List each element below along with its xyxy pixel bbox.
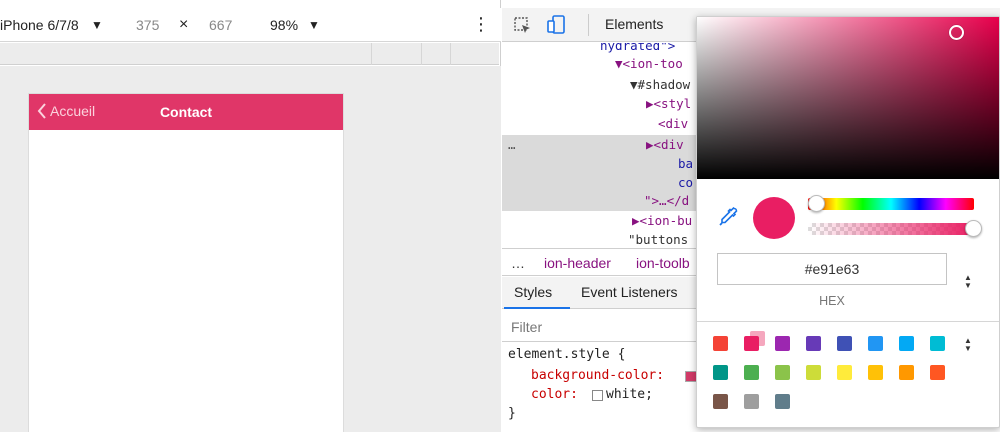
media-query-bar[interactable] bbox=[0, 43, 499, 65]
palette-swatch[interactable] bbox=[775, 394, 790, 409]
palette-swatch[interactable] bbox=[713, 365, 728, 380]
palette-swatch[interactable] bbox=[775, 336, 790, 351]
palette-swatch[interactable] bbox=[899, 365, 914, 380]
filter-input[interactable]: Filter bbox=[511, 319, 542, 335]
tab-elements[interactable]: Elements bbox=[605, 16, 663, 32]
hue-slider[interactable] bbox=[808, 198, 974, 210]
device-viewport: Accueil Contact bbox=[0, 66, 501, 432]
color-swatch-button[interactable] bbox=[592, 390, 603, 401]
height-input[interactable]: 667 bbox=[209, 17, 232, 33]
palette-switch-icon[interactable]: ▲ ▼ bbox=[963, 337, 973, 353]
dom-node-line[interactable]: ">…</d bbox=[644, 193, 689, 208]
palette-swatch[interactable] bbox=[868, 365, 883, 380]
color-picker: #e91e63 HEX ▲ ▼ ▲ ▼ bbox=[696, 16, 1000, 428]
more-options-icon[interactable]: ⋮ bbox=[472, 14, 490, 35]
dom-node-line[interactable]: "buttons bbox=[628, 232, 688, 247]
dom-node-line[interactable]: ▶<div bbox=[646, 137, 684, 152]
dom-node-line[interactable]: ▶<ion-bu bbox=[632, 213, 692, 228]
format-toggle-icon[interactable]: ▲ ▼ bbox=[963, 274, 973, 290]
device-emulation-pane: iPhone 6/7/8 ▼ 375 × 667 98% ▼ ⋮ Accueil… bbox=[0, 0, 501, 432]
phone-screen: Accueil Contact bbox=[29, 94, 343, 432]
rule-close-brace: } bbox=[508, 406, 516, 421]
rule-selector: element.style { bbox=[508, 347, 626, 362]
palette-swatch[interactable] bbox=[837, 365, 852, 380]
css-property-name[interactable]: color: bbox=[531, 387, 578, 402]
page-title: Contact bbox=[159, 104, 213, 120]
palette-swatch[interactable] bbox=[899, 336, 914, 351]
palette-swatch[interactable] bbox=[713, 336, 728, 351]
node-ellipsis[interactable]: … bbox=[508, 137, 516, 152]
format-label: HEX bbox=[819, 294, 845, 308]
dom-node-line[interactable]: ▼<ion-too bbox=[615, 56, 683, 71]
palette-swatch[interactable] bbox=[744, 336, 759, 351]
eyedropper-icon[interactable] bbox=[717, 206, 739, 228]
palette-swatch[interactable] bbox=[930, 336, 945, 351]
alpha-slider-handle[interactable] bbox=[965, 220, 982, 237]
css-property-value[interactable]: white; bbox=[606, 387, 653, 402]
toolbar-divider bbox=[588, 14, 589, 36]
hue-slider-handle[interactable] bbox=[808, 195, 825, 212]
device-toolbar: iPhone 6/7/8 ▼ 375 × 667 98% ▼ ⋮ bbox=[0, 8, 501, 42]
palette-swatch[interactable] bbox=[775, 365, 790, 380]
palette-swatch[interactable] bbox=[806, 365, 821, 380]
device-select[interactable]: iPhone 6/7/8 bbox=[0, 17, 79, 33]
palette-swatch[interactable] bbox=[744, 394, 759, 409]
breadcrumb-item[interactable]: ion-toolb bbox=[636, 255, 690, 271]
device-toggle-icon[interactable] bbox=[547, 15, 567, 35]
saturation-value-area[interactable] bbox=[697, 17, 999, 179]
dom-node-line[interactable]: co bbox=[678, 175, 693, 190]
media-query-segment[interactable] bbox=[450, 43, 451, 65]
dom-node-line[interactable]: ▼#shadow bbox=[630, 77, 690, 92]
zoom-select[interactable]: 98% bbox=[270, 17, 298, 33]
dom-node-line[interactable]: hydrated"> bbox=[600, 43, 675, 53]
tab-event-listeners[interactable]: Event Listeners bbox=[581, 284, 678, 300]
palette-swatch[interactable] bbox=[744, 365, 759, 380]
color-cursor[interactable] bbox=[949, 25, 964, 40]
width-input[interactable]: 375 bbox=[136, 17, 159, 33]
breadcrumb-item[interactable]: ion-header bbox=[544, 255, 611, 271]
media-query-segment[interactable] bbox=[421, 43, 422, 65]
current-color-swatch bbox=[753, 197, 795, 239]
palette-swatch[interactable] bbox=[930, 365, 945, 380]
palette-swatch[interactable] bbox=[713, 394, 728, 409]
active-tab-indicator bbox=[504, 307, 570, 309]
palette-divider bbox=[697, 321, 999, 322]
palette-swatch[interactable] bbox=[837, 336, 852, 351]
palette-swatch[interactable] bbox=[868, 336, 883, 351]
alpha-slider[interactable] bbox=[808, 223, 974, 235]
media-query-segment[interactable] bbox=[371, 43, 372, 65]
rotate-times-icon[interactable]: × bbox=[179, 16, 188, 34]
dom-node-line[interactable]: ▶<styl bbox=[646, 96, 691, 111]
hex-input[interactable]: #e91e63 bbox=[717, 253, 947, 285]
zoom-dropdown-icon[interactable]: ▼ bbox=[308, 18, 320, 32]
breadcrumb-ellipsis[interactable]: … bbox=[511, 255, 525, 271]
device-dropdown-icon[interactable]: ▼ bbox=[91, 18, 103, 32]
css-property-name[interactable]: background-color: bbox=[531, 368, 664, 383]
inspect-element-icon[interactable] bbox=[514, 17, 532, 35]
dom-node-line[interactable]: <div bbox=[658, 116, 688, 131]
tab-styles[interactable]: Styles bbox=[514, 284, 552, 300]
ion-header: Accueil Contact bbox=[29, 94, 343, 130]
palette-swatch[interactable] bbox=[806, 336, 821, 351]
dom-node-line[interactable]: ba bbox=[678, 156, 693, 171]
